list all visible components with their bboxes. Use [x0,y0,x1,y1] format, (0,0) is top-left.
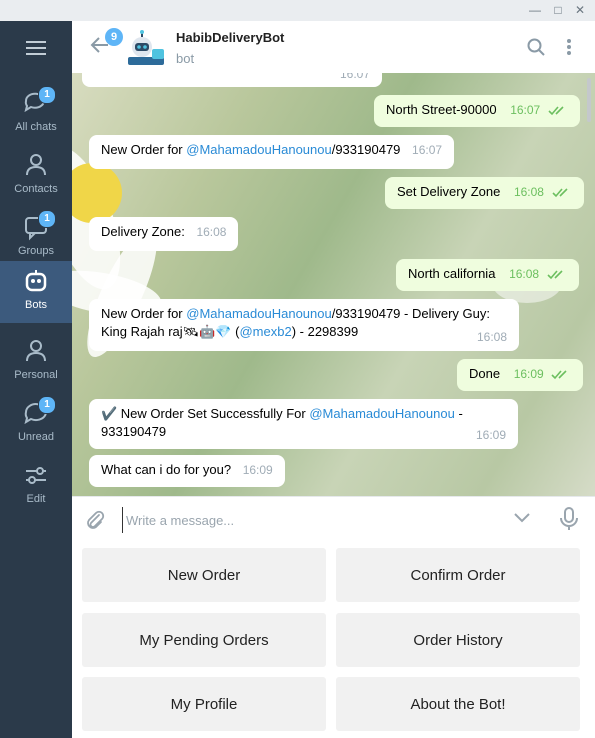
person-icon [26,340,46,362]
message-incoming: New Order for @MahamadouHanounou/9331904… [89,299,519,351]
message-text: North Street-90000 [386,102,497,117]
mention-link[interactable]: @MahamadouHanounou [309,406,454,421]
unread-badge: 1 [38,396,56,414]
message-time: 16:08 [513,185,544,199]
message-text: Set Delivery Zone [397,184,501,199]
chat-title: HabibDeliveryBot [176,30,285,45]
sidebar-item-label: All chats [15,121,57,133]
confirm-order-button[interactable]: Confirm Order [336,548,580,602]
mention-link[interactable]: @mexb2 [239,324,291,339]
message-text: - [454,406,463,421]
sidebar-item-bots[interactable]: Bots [0,261,72,323]
message-input[interactable] [122,507,508,533]
message-outgoing: North california 16:08 [396,259,579,291]
sliders-icon [26,467,46,484]
message-incoming: New Order for @MahamadouHanounou/9331904… [89,135,455,169]
microphone-icon[interactable] [560,507,578,531]
chevron-down-icon[interactable] [513,511,531,523]
message-text: New Order for [101,306,187,321]
message-text: New Order for [101,142,187,157]
message-text: /933190479 - Delivery Guy: [331,306,490,321]
message-incoming: Delivery Zone: 16:08 [89,217,239,251]
groups-badge: 1 [38,210,56,228]
message-text: Delivery Zone: [101,224,185,239]
scrollbar[interactable] [587,78,591,122]
sidebar-item-label: Edit [26,493,46,505]
sidebar: 1 All chats Contacts 1 Groups Bots Perso… [0,21,72,738]
message-incoming: What can i do for you? 16:09 [89,455,285,487]
mention-link[interactable]: @MahamadouHanounou [186,142,331,157]
all-chats-badge: 1 [38,86,56,104]
sidebar-item-label: Bots [24,299,47,311]
sidebar-item-label: Unread [17,431,55,443]
search-icon[interactable] [527,38,545,56]
message-text: King Rajah raj🛰🤖💎 ( [101,324,240,339]
more-options-icon[interactable] [566,38,572,56]
chat-history[interactable]: 16:07 North Street-90000 16:07 New Order… [72,73,595,496]
sidebar-item-contacts[interactable]: Contacts [0,145,72,207]
double-check-icon [547,269,563,279]
close-icon[interactable]: ✕ [570,0,590,21]
message-time: 16:08 [196,225,227,239]
message-time: 16:09 [513,367,544,381]
chat-subtitle: bot [176,51,195,66]
bot-keyboard: New Order Confirm Order My Pending Order… [72,542,595,738]
sidebar-item-label: Groups [17,245,55,257]
message-text: 933190479 [101,424,167,439]
sidebar-item-personal[interactable]: Personal [0,331,72,393]
sidebar-item-label: Personal [14,369,58,381]
robot-icon [25,270,47,292]
message-time: 16:07 [339,73,370,81]
message-time: 16:09 [242,463,273,477]
attach-icon[interactable] [84,509,106,531]
order-history-button[interactable]: Order History [336,613,580,667]
message-incoming: ✔️ New Order Set Successfully For @Maham… [89,399,518,449]
message-partial: 16:07 [82,73,382,87]
message-outgoing: North Street-90000 16:07 [374,95,580,127]
chat-header: 9 HabibDeliveryBot bot [72,21,595,73]
message-time: 16:08 [509,267,540,281]
double-check-icon [551,369,567,379]
message-text: /933190479 [331,142,401,157]
message-composer [72,496,595,543]
my-profile-button[interactable]: My Profile [82,677,326,731]
sidebar-item-edit[interactable]: Edit [0,455,72,517]
window-titlebar: — □ ✕ [0,0,595,21]
person-icon [26,154,46,176]
message-text: North california [408,266,496,281]
message-text: What can i do for you? [101,462,232,477]
sidebar-item-all-chats[interactable]: 1 All chats [0,83,72,145]
message-text: ) - 2298399 [291,324,359,339]
message-outgoing: Done 16:09 [457,359,584,391]
my-pending-orders-button[interactable]: My Pending Orders [82,613,326,667]
mention-link[interactable]: @MahamadouHanounou [186,306,331,321]
message-time: 16:07 [412,143,443,157]
sidebar-item-unread[interactable]: 1 Unread [0,393,72,455]
maximize-icon[interactable]: □ [548,0,568,21]
message-outgoing: Set Delivery Zone 16:08 [385,177,584,209]
bot-avatar[interactable] [124,29,168,67]
menu-icon[interactable] [26,41,46,59]
unread-count-badge: 9 [105,28,123,46]
about-the-bot-button[interactable]: About the Bot! [336,677,580,731]
sidebar-item-groups[interactable]: 1 Groups [0,207,72,269]
sidebar-item-label: Contacts [14,183,58,195]
double-check-icon [548,105,564,115]
message-text: ✔️ New Order Set Successfully For [101,406,310,421]
double-check-icon [552,187,568,197]
minimize-icon[interactable]: — [525,0,545,21]
new-order-button[interactable]: New Order [82,548,326,602]
message-text: Done [469,366,501,381]
message-time: 16:09 [475,428,506,442]
message-time: 16:07 [510,103,541,117]
message-time: 16:08 [476,330,507,344]
